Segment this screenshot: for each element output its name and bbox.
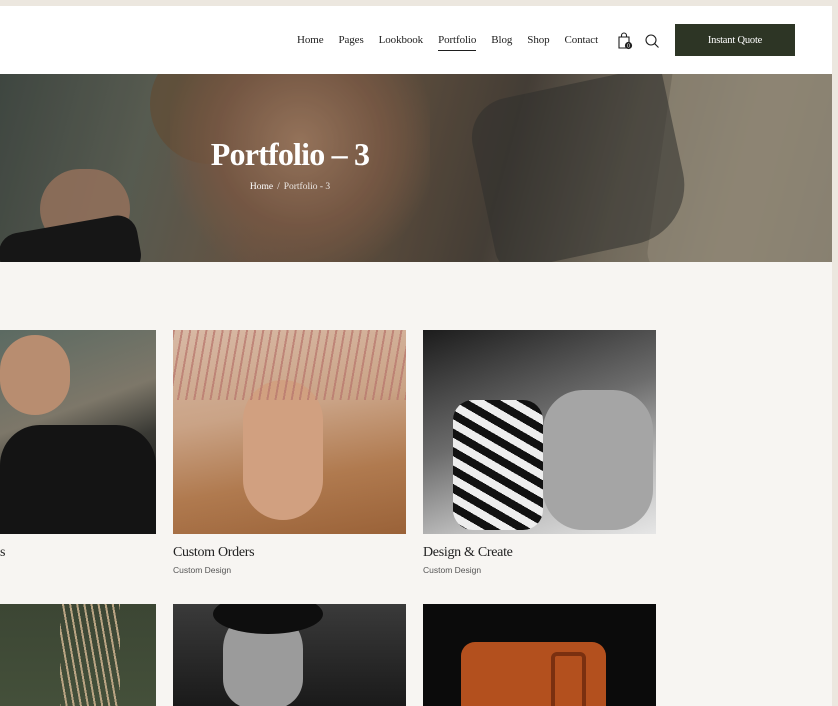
portfolio-image[interactable] — [173, 604, 406, 706]
breadcrumb: Home / Portfolio - 3 — [0, 182, 580, 192]
image-detail — [453, 400, 543, 530]
breadcrumb-current: Portfolio - 3 — [283, 182, 331, 192]
portfolio-category[interactable]: Custom Design — [173, 565, 231, 575]
nav-shop[interactable]: Shop — [527, 34, 549, 46]
image-detail — [0, 425, 156, 534]
image-detail — [243, 380, 323, 520]
portfolio-title[interactable]: Custom Orders — [173, 545, 255, 561]
breadcrumb-separator: / — [277, 182, 280, 192]
search-icon[interactable] — [644, 33, 660, 49]
page-title: Portfolio – 3 — [210, 136, 370, 172]
cart-count: 0 — [627, 44, 630, 50]
image-detail — [60, 604, 120, 706]
nav-contact[interactable]: Contact — [565, 34, 599, 46]
nav-blog[interactable]: Blog — [491, 34, 512, 46]
portfolio-image[interactable] — [0, 604, 156, 706]
main-nav: Home Pages Lookbook Portfolio Blog Shop … — [297, 6, 613, 74]
portfolio-title[interactable]: Design & Create — [423, 545, 513, 561]
instant-quote-button[interactable]: Instant Quote — [675, 24, 795, 56]
breadcrumb-home[interactable]: Home — [250, 182, 273, 192]
image-detail — [543, 390, 653, 530]
nav-home[interactable]: Home — [297, 34, 324, 46]
site-header: Home Pages Lookbook Portfolio Blog Shop … — [0, 6, 832, 74]
page-frame-right — [832, 0, 838, 706]
portfolio-image[interactable] — [423, 604, 656, 706]
nav-portfolio[interactable]: Portfolio — [438, 34, 477, 51]
nav-pages[interactable]: Pages — [338, 34, 363, 46]
image-detail — [551, 652, 586, 706]
nav-lookbook[interactable]: Lookbook — [379, 34, 424, 46]
image-detail — [0, 335, 70, 415]
portfolio-image[interactable] — [173, 330, 406, 534]
portfolio-image[interactable] — [423, 330, 656, 534]
hero-banner: Portfolio – 3 Home / Portfolio - 3 — [0, 74, 832, 262]
portfolio-title[interactable]: s — [0, 545, 5, 561]
portfolio-category[interactable]: Custom Design — [423, 565, 481, 575]
image-detail — [173, 330, 406, 400]
shopping-bag-icon[interactable]: 0 — [617, 32, 633, 50]
portfolio-image[interactable] — [0, 330, 156, 534]
